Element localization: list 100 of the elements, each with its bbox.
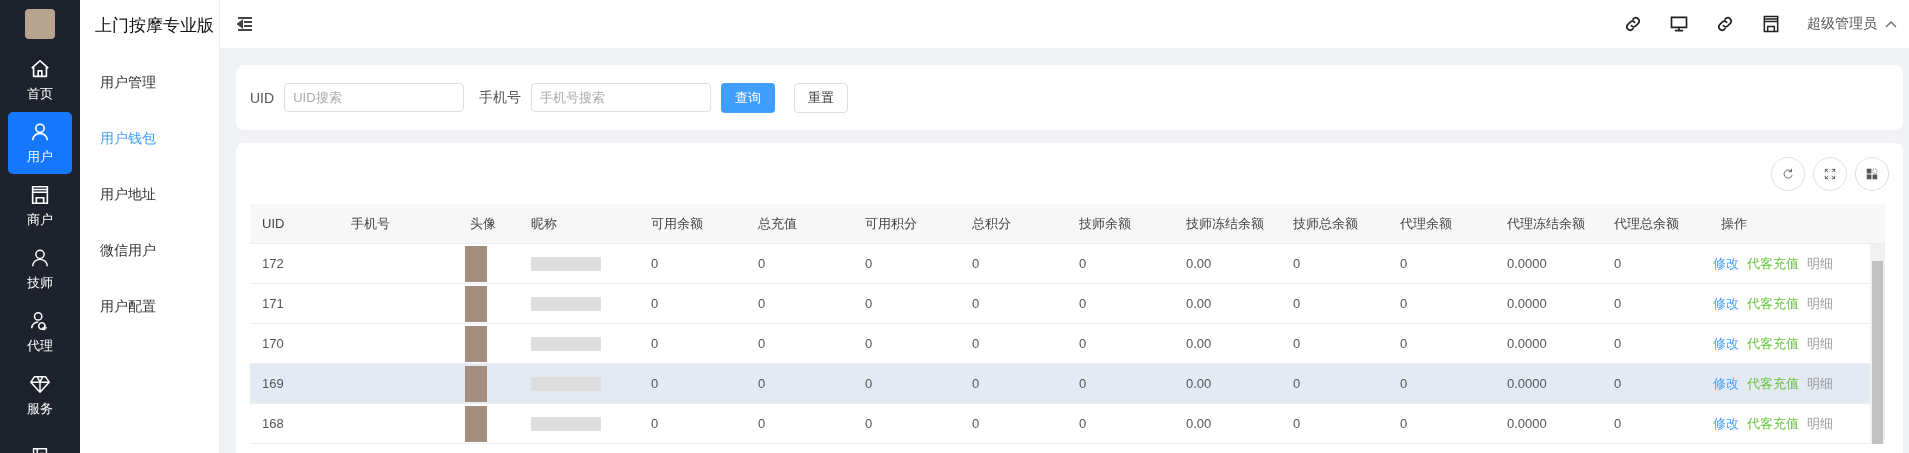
nav-item[interactable]: 商户 bbox=[8, 175, 72, 237]
detail-link[interactable]: 明细 bbox=[1807, 334, 1833, 353]
table-cell-text: 0 bbox=[971, 336, 981, 351]
column-header: 可用积分 bbox=[864, 214, 918, 233]
toolbar-button[interactable] bbox=[1623, 14, 1643, 34]
fullscreen-button[interactable] bbox=[1813, 157, 1847, 191]
home-icon bbox=[29, 57, 51, 80]
scrollbar[interactable] bbox=[1870, 244, 1885, 444]
table-cell-text: 0 bbox=[971, 416, 981, 431]
recharge-link[interactable]: 代客充值 bbox=[1747, 334, 1799, 353]
link-icon bbox=[1715, 14, 1735, 34]
column-header: 技师总余额 bbox=[1292, 214, 1359, 233]
table-cell-text: 0 bbox=[971, 296, 981, 311]
toolbar-button[interactable] bbox=[1761, 14, 1781, 34]
column-header: 技师余额 bbox=[1078, 214, 1132, 233]
table-cell-text: 0.0000 bbox=[1506, 416, 1548, 431]
blurred-nickname bbox=[531, 336, 601, 351]
store-icon bbox=[29, 183, 51, 206]
caret-icon[interactable] bbox=[1885, 20, 1897, 28]
table-cell-text: 0.00 bbox=[1185, 416, 1213, 431]
column-header: 昵称 bbox=[530, 214, 558, 233]
nav-item[interactable]: 技师 bbox=[8, 238, 72, 300]
recharge-link[interactable]: 代客充值 bbox=[1747, 294, 1799, 313]
table-row[interactable]: 172 0 0 0 0 0 0.00 0 0 0.0000 0 修改 代客充值 明细 bbox=[250, 244, 1870, 284]
table-cell-text: 0 bbox=[1399, 416, 1409, 431]
table-cell-text: 0 bbox=[650, 336, 660, 351]
table-cell-text: 0 bbox=[864, 296, 874, 311]
table-cell-text: 0 bbox=[1292, 416, 1302, 431]
edit-link[interactable]: 修改 bbox=[1713, 254, 1739, 273]
table-cell-text: 0 bbox=[650, 296, 660, 311]
edit-link[interactable]: 修改 bbox=[1713, 334, 1739, 353]
menu-fold-icon[interactable] bbox=[237, 17, 253, 31]
table-cell-text: 0 bbox=[757, 336, 767, 351]
column-header: 总积分 bbox=[971, 214, 1012, 233]
avatar-photo-placeholder bbox=[465, 365, 487, 402]
nav-item[interactable]: 用户 bbox=[8, 112, 72, 174]
edit-link[interactable]: 修改 bbox=[1713, 414, 1739, 433]
link-icon bbox=[1623, 14, 1643, 34]
table-cell-text: 0 bbox=[1292, 296, 1302, 311]
avatar-photo-placeholder bbox=[465, 325, 487, 362]
search-field[interactable]: 手机号搜索 bbox=[531, 83, 712, 112]
recharge-link[interactable]: 代客充值 bbox=[1747, 414, 1799, 433]
submenu-item[interactable]: 微信用户 bbox=[100, 232, 156, 268]
nav-item[interactable]: 服务 bbox=[8, 364, 72, 426]
table-cell-text: 0 bbox=[864, 256, 874, 271]
table-cell-text: 0 bbox=[1613, 416, 1623, 431]
submenu-item[interactable]: 用户配置 bbox=[100, 288, 156, 324]
grid-icon bbox=[1865, 167, 1879, 181]
detail-link[interactable]: 明细 bbox=[1807, 414, 1833, 433]
table-cell-text: 0 bbox=[650, 256, 660, 271]
column-header: 代理总余额 bbox=[1613, 214, 1680, 233]
table-cell-text: 0.00 bbox=[1185, 296, 1213, 311]
table-cell-text: 0.0000 bbox=[1506, 256, 1548, 271]
table-row[interactable]: 171 0 0 0 0 0 0.00 0 0 0.0000 0 修改 代客充值 明细 bbox=[250, 284, 1870, 324]
nav-item[interactable]: 首页 bbox=[8, 49, 72, 111]
search-field[interactable]: UID搜索 bbox=[284, 83, 465, 112]
detail-link[interactable]: 明细 bbox=[1807, 374, 1833, 393]
store-icon bbox=[1761, 14, 1781, 34]
table-row[interactable]: 169 0 0 0 0 0 0.00 0 0 0.0000 0 修改 代客充值 明细 bbox=[250, 364, 1870, 404]
table-cell-text: 0 bbox=[1613, 376, 1623, 391]
column-header: 可用余额 bbox=[650, 214, 704, 233]
search-button[interactable]: 查询 bbox=[721, 82, 776, 113]
toolbar-button[interactable] bbox=[1715, 14, 1735, 34]
toolbar-button[interactable] bbox=[1669, 14, 1689, 34]
edit-link[interactable]: 修改 bbox=[1713, 374, 1739, 393]
table-cell-text: 169 bbox=[261, 376, 285, 391]
table-cell-text: 0 bbox=[864, 376, 874, 391]
detail-link[interactable]: 明细 bbox=[1807, 254, 1833, 273]
column-header: 代理余额 bbox=[1399, 214, 1453, 233]
table-row[interactable]: 168 0 0 0 0 0 0.00 0 0 0.0000 0 修改 代客充值 明细 bbox=[250, 404, 1870, 444]
table-cell-text: 0 bbox=[1613, 256, 1623, 271]
reset-button[interactable]: 重置 bbox=[794, 82, 849, 113]
avatar-photo-placeholder bbox=[465, 405, 487, 442]
column-header: 代理冻结余额 bbox=[1506, 214, 1586, 233]
detail-link[interactable]: 明细 bbox=[1807, 294, 1833, 313]
grid-button[interactable] bbox=[1855, 157, 1889, 191]
recharge-link[interactable]: 代客充值 bbox=[1747, 254, 1799, 273]
table-cell-text: 172 bbox=[261, 256, 285, 271]
submenu-item[interactable]: 用户管理 bbox=[100, 64, 156, 100]
submenu-item[interactable]: 用户地址 bbox=[100, 176, 156, 212]
table-cell-text: 170 bbox=[261, 336, 285, 351]
table-cell-text: 0 bbox=[650, 416, 660, 431]
submenu-item[interactable]: 用户钱包 bbox=[100, 120, 156, 156]
table-cell-text: 0 bbox=[757, 416, 767, 431]
nav-item[interactable]: 代理 bbox=[8, 301, 72, 363]
table-cell-text: 0 bbox=[757, 256, 767, 271]
table-cell-text: 0 bbox=[1613, 336, 1623, 351]
table-cell-text: 0 bbox=[971, 376, 981, 391]
table-cell-text: 0 bbox=[1399, 336, 1409, 351]
table-cell-text: 0.00 bbox=[1185, 336, 1213, 351]
table-cell-text: 0 bbox=[1399, 256, 1409, 271]
avatar-photo-placeholder bbox=[25, 9, 55, 39]
edit-link[interactable]: 修改 bbox=[1713, 294, 1739, 313]
column-header: 头像 bbox=[469, 214, 497, 233]
table-cell-text: 0 bbox=[1078, 296, 1088, 311]
user-name[interactable]: 超级管理员 bbox=[1807, 15, 1877, 33]
user-icon bbox=[29, 120, 51, 143]
column-header: 总充值 bbox=[757, 214, 798, 233]
table-cell-text: 0.0000 bbox=[1506, 336, 1548, 351]
table-cell-text: 0 bbox=[971, 256, 981, 271]
